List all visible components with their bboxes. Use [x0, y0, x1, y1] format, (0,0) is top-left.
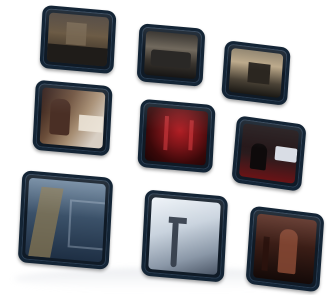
photo-tile-3[interactable]	[221, 40, 291, 106]
photo-tile-6[interactable]	[231, 115, 307, 192]
photo-tile-1[interactable]	[39, 4, 117, 75]
photo-thumbnail	[25, 177, 106, 263]
photo-wall	[0, 0, 328, 295]
photo-thumbnail	[143, 30, 199, 80]
photo-thumbnail	[39, 87, 106, 149]
photo-thumbnail	[46, 12, 110, 67]
photo-thumbnail	[148, 197, 221, 275]
photo-thumbnail	[252, 213, 318, 285]
photo-tile-7[interactable]	[17, 170, 114, 270]
photo-tile-8[interactable]	[140, 189, 229, 283]
photo-thumbnail	[238, 123, 300, 184]
photo-tile-2[interactable]	[136, 23, 206, 87]
photo-thumbnail	[228, 47, 284, 99]
photo-thumbnail	[144, 106, 209, 166]
photo-tile-4[interactable]	[32, 79, 113, 157]
photo-tile-9[interactable]	[245, 205, 325, 293]
photo-tile-5[interactable]	[137, 98, 216, 174]
